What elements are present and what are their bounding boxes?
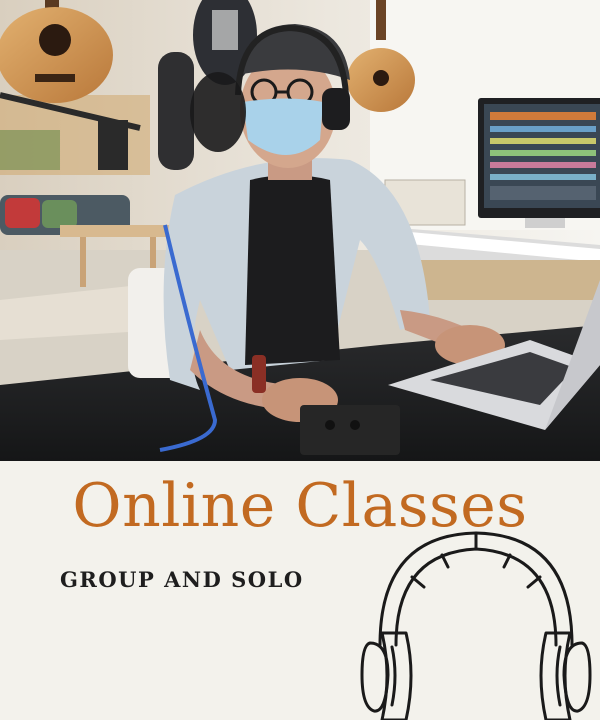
- monitor: [478, 98, 600, 228]
- subheadline: GROUP AND SOLO: [60, 567, 304, 592]
- hero-photo: [0, 0, 600, 461]
- promo-panel: Online Classes GROUP AND SOLO: [0, 461, 600, 720]
- headphones-icon: [360, 531, 592, 720]
